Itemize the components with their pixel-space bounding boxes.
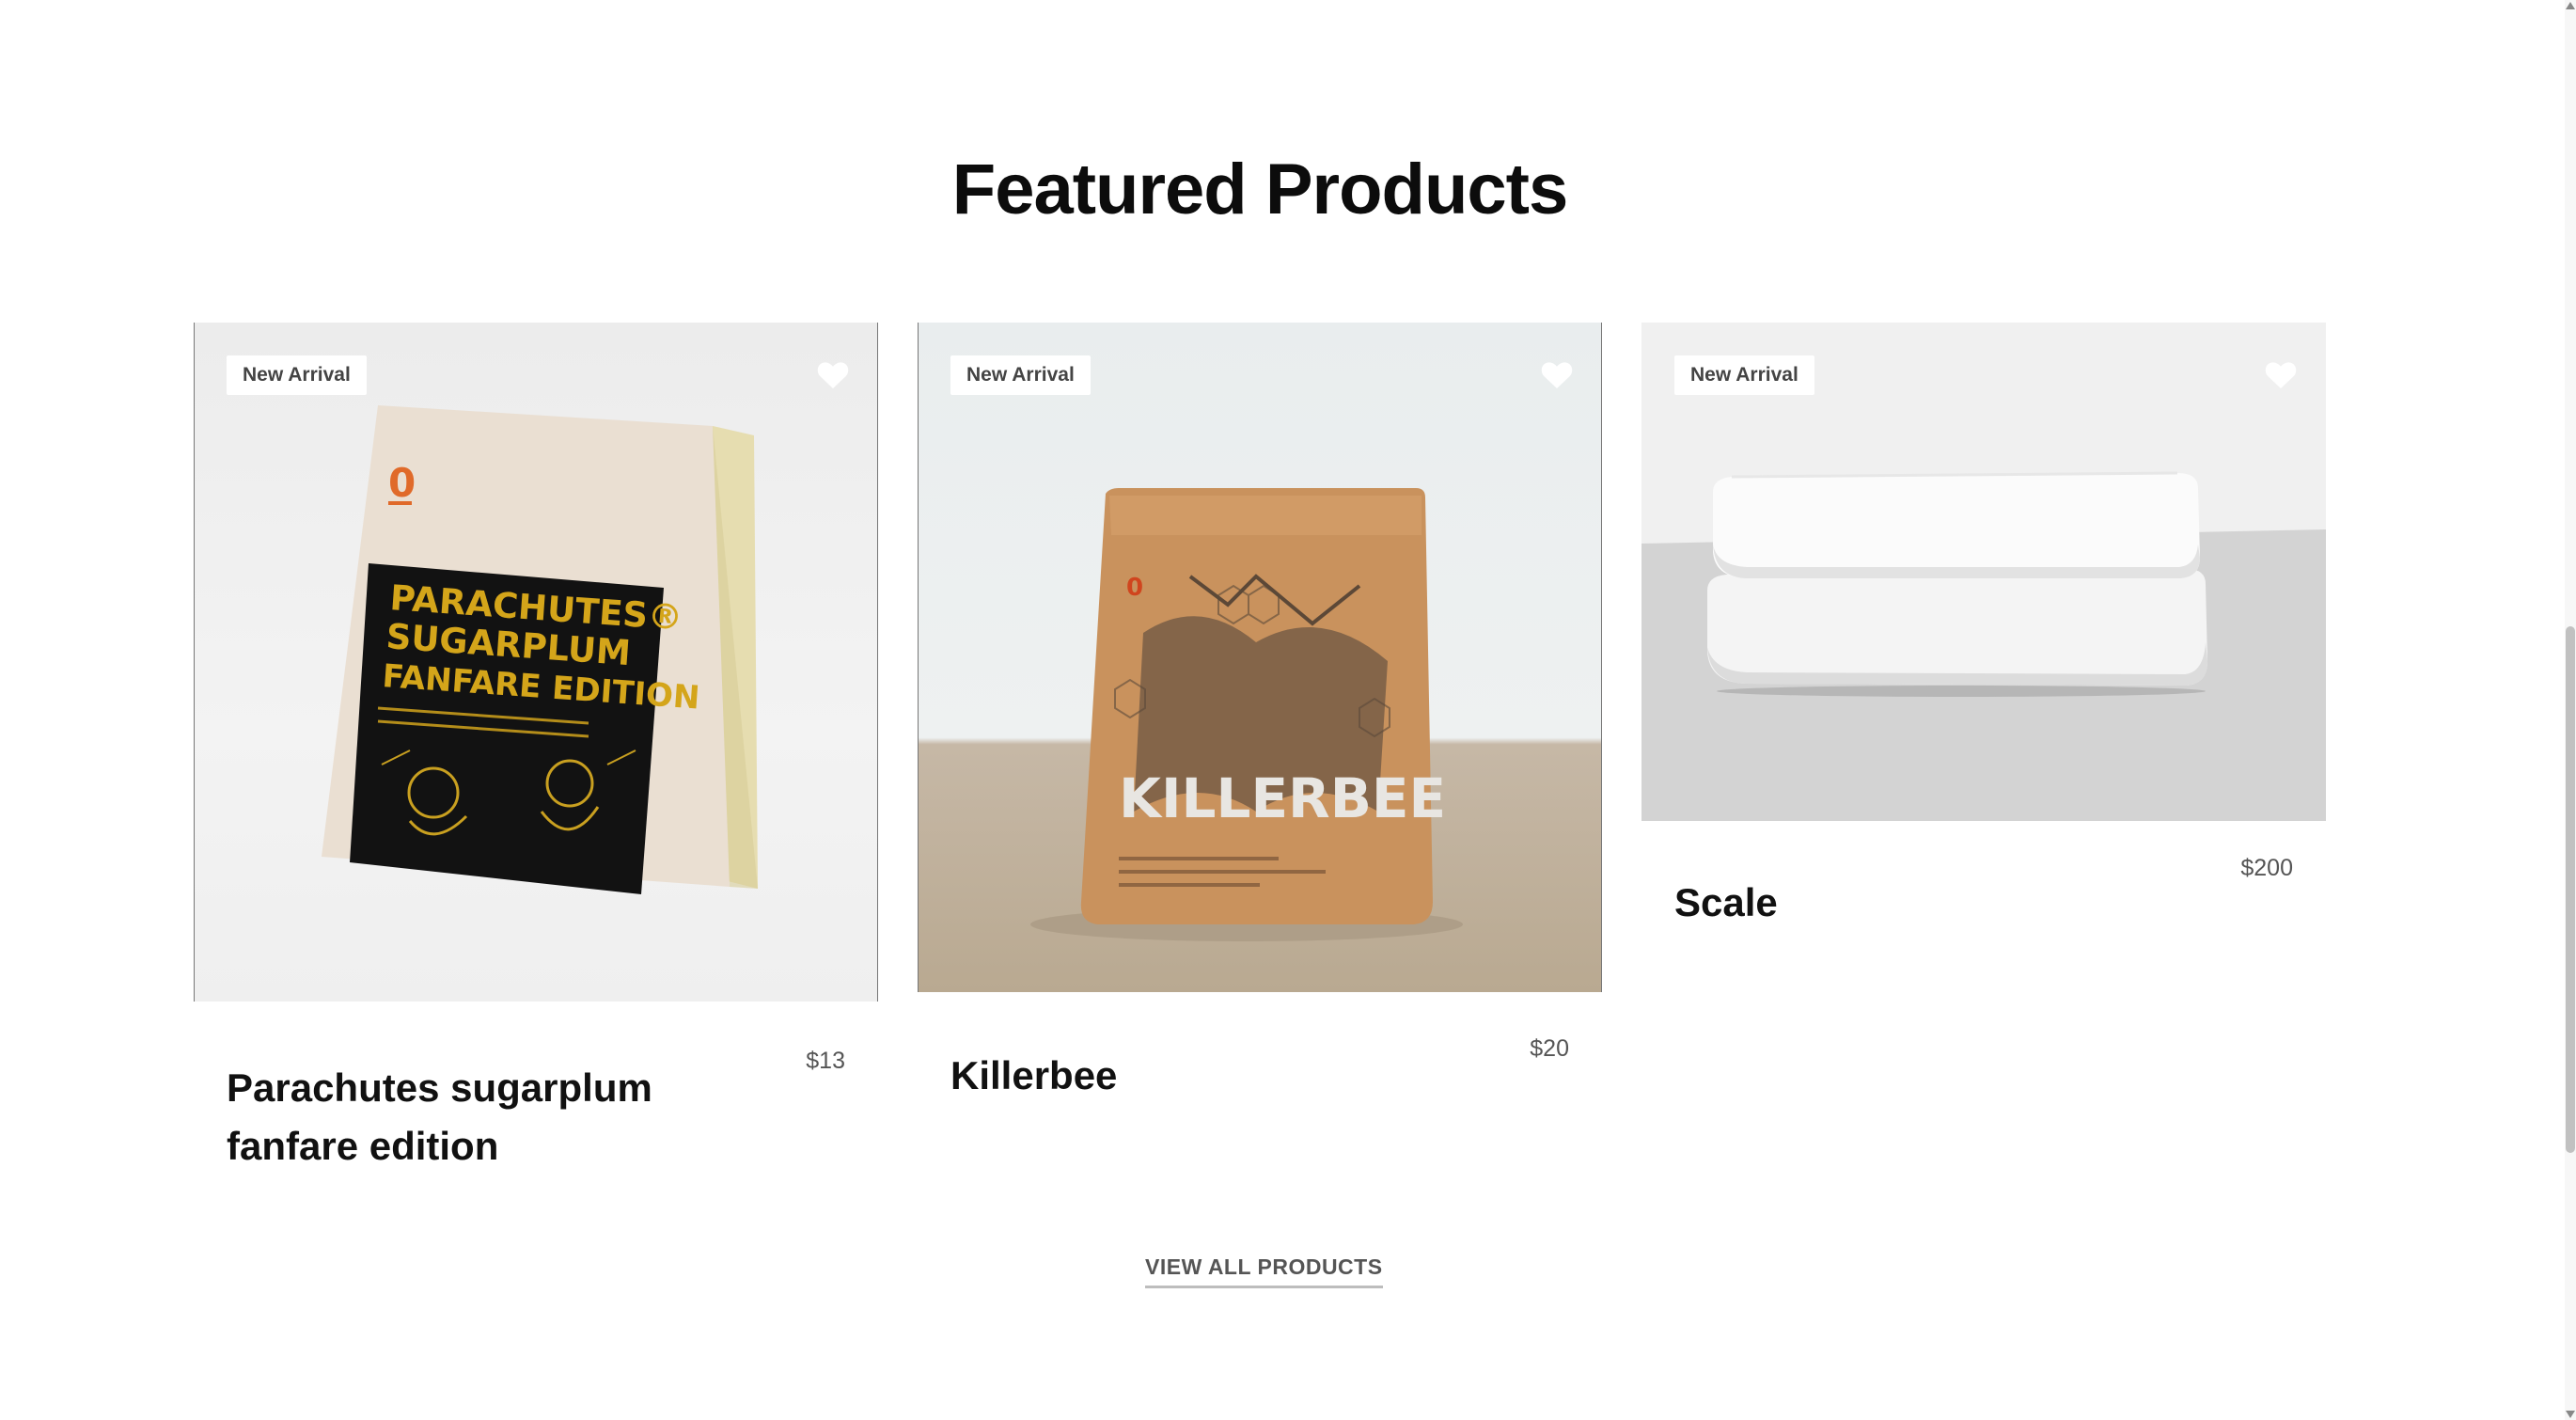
killerbee-logo: 0	[1126, 574, 1143, 602]
product-price: $13	[806, 1048, 845, 1074]
new-arrival-badge: New Arrival	[950, 355, 1091, 395]
scrollbar-thumb[interactable]	[2566, 626, 2575, 1153]
heart-icon[interactable]	[816, 358, 850, 390]
killerbee-label: KILLERBEE	[1119, 766, 1446, 830]
product-card[interactable]: New Arrival Scale $200	[1641, 323, 2326, 932]
scroll-up-arrow-icon[interactable]	[2566, 2, 2575, 9]
product-name[interactable]: Scale	[1674, 874, 2163, 932]
scroll-down-arrow-icon[interactable]	[2566, 1411, 2575, 1418]
scale-image	[1641, 323, 2326, 821]
parachutes-box-image: PARACHUTES® SUGARPLUM FANFARE EDITION 0	[322, 405, 758, 894]
killerbee-bag-image: KILLERBEE 0	[1030, 488, 1463, 941]
heart-icon[interactable]	[1540, 358, 1574, 390]
product-name[interactable]: Parachutes sugarplum fanfare edition	[227, 1059, 715, 1175]
view-all-products-link[interactable]: VIEW ALL PRODUCTS	[1145, 1254, 1383, 1288]
heart-icon[interactable]	[2264, 358, 2298, 390]
new-arrival-badge: New Arrival	[227, 355, 367, 395]
product-image[interactable]: New Arrival	[1641, 323, 2326, 821]
product-info: Scale $200	[1641, 855, 2326, 932]
product-image[interactable]: KILLERBEE 0 New Arrival	[918, 323, 1602, 992]
product-name[interactable]: Killerbee	[950, 1047, 1439, 1105]
product-image[interactable]: PARACHUTES® SUGARPLUM FANFARE EDITION 0 …	[194, 323, 878, 1002]
product-price: $20	[1530, 1035, 1569, 1062]
product-price: $200	[2240, 855, 2293, 881]
product-card[interactable]: KILLERBEE 0 New Arrival Killerbee $20	[918, 323, 1602, 1105]
parachutes-logo: 0	[388, 460, 416, 506]
vertical-scrollbar[interactable]	[2565, 0, 2576, 1420]
product-info: Parachutes sugarplum fanfare edition $13	[194, 1048, 878, 1175]
new-arrival-badge: New Arrival	[1674, 355, 1814, 395]
section-title: Featured Products	[951, 150, 1568, 229]
page: Featured Products PARACHUTES® SUGARPLUM …	[0, 0, 2576, 1420]
product-info: Killerbee $20	[918, 1035, 1602, 1105]
product-card[interactable]: PARACHUTES® SUGARPLUM FANFARE EDITION 0 …	[194, 323, 878, 1175]
